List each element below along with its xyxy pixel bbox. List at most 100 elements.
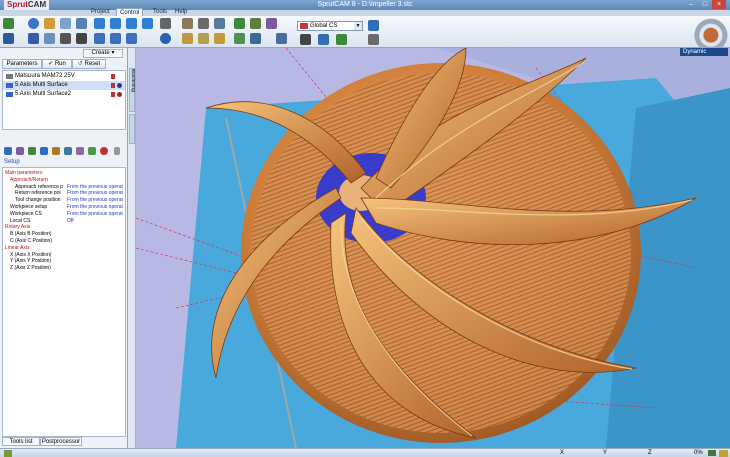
tree-item-operation[interactable]: 5 Axis Multi Surface — [3, 81, 125, 90]
parameter-key: B (Axis B Position) — [10, 231, 52, 238]
parameter-value[interactable]: From the previous operat — [67, 197, 125, 203]
parameter-row[interactable]: B (Axis B Position) — [3, 231, 125, 237]
create-button[interactable]: Create ▾ — [83, 49, 123, 58]
parameter-value[interactable]: From the previous operat — [67, 184, 125, 190]
pan-icon[interactable] — [28, 18, 39, 29]
tree-item-label: Matsuura MAM72 25V — [15, 73, 75, 79]
3d-viewport[interactable]: Dynamic — [136, 48, 730, 448]
tab-machining[interactable]: Machining — [129, 68, 135, 112]
strategy-icon[interactable] — [64, 147, 72, 155]
ucs-icon[interactable] — [318, 34, 329, 45]
measure-icon[interactable] — [276, 33, 287, 44]
parameter-value[interactable]: Off — [67, 218, 125, 224]
cs-value: Global CS — [310, 23, 338, 29]
parameter-value[interactable]: From the previous operat — [67, 190, 125, 196]
simulate-icon[interactable] — [88, 147, 96, 155]
machine-icon[interactable] — [160, 18, 171, 29]
chevron-down-icon[interactable]: ▼ — [354, 22, 362, 30]
layers-icon[interactable] — [214, 33, 225, 44]
lock-icon — [111, 83, 115, 88]
tree-item-operation[interactable]: 5 Axis Multi Surface2 — [3, 90, 125, 99]
parameter-key: Local CS — [10, 217, 31, 224]
parameter-row[interactable]: Local CS Off — [3, 218, 125, 224]
shading-icon[interactable] — [160, 33, 171, 44]
parameter-group[interactable]: Main parameters — [3, 170, 125, 176]
tab-postprocessor[interactable]: Postprocessor — [40, 437, 82, 446]
chevron-right-icon[interactable] — [114, 147, 120, 155]
open-project-icon[interactable] — [3, 18, 14, 29]
parameter-key: Workpiece setup — [10, 204, 48, 210]
parameter-key: Z (Axis Z Position) — [10, 265, 51, 272]
parameter-row[interactable]: Approach reference p From the previous op… — [3, 184, 125, 190]
select-window-icon[interactable] — [44, 33, 55, 44]
parameters-button[interactable]: Parameters — [2, 59, 42, 69]
gear-icon[interactable] — [28, 147, 36, 155]
stop-icon[interactable] — [100, 147, 108, 155]
link-icon[interactable] — [76, 147, 84, 155]
parameters-grid: Main parameters Approach/Return Approach r… — [2, 167, 126, 437]
print-icon[interactable] — [76, 33, 87, 44]
coordinate-system-select[interactable]: Global CS ▼ — [297, 21, 363, 31]
parameter-key: Workpiece CS — [10, 210, 42, 217]
run-button[interactable]: ✔ Run — [42, 59, 72, 69]
tree-item-machine[interactable]: Matsuura MAM72 25V — [3, 72, 125, 81]
parameter-row[interactable]: Z (Axis Z Position) — [3, 265, 125, 271]
view-front-icon[interactable] — [110, 18, 121, 29]
save-icon[interactable] — [3, 33, 14, 44]
wrench-icon[interactable] — [368, 34, 379, 45]
tab-control[interactable]: Control — [116, 8, 144, 16]
setup-tab[interactable]: Setup — [4, 159, 20, 165]
view-left-icon[interactable] — [126, 18, 137, 29]
filter-icon[interactable] — [182, 33, 193, 44]
machine-icon — [6, 74, 13, 79]
parameter-group[interactable]: Approach/Return — [3, 177, 125, 183]
funnel-icon[interactable] — [198, 33, 209, 44]
parameter-value[interactable]: From the previous operat — [67, 204, 125, 210]
view-iso-icon[interactable] — [142, 18, 153, 29]
parameter-value[interactable]: From the previous operat — [67, 211, 125, 217]
fixture-icon[interactable] — [198, 18, 209, 29]
parameter-row[interactable]: C (Axis C Position) — [3, 238, 125, 244]
view-back-icon[interactable] — [110, 33, 121, 44]
tab-simulation[interactable] — [129, 114, 135, 144]
parameter-group[interactable]: Rotary Axis — [3, 224, 125, 230]
settings-icon[interactable] — [368, 20, 379, 31]
tab-tools-list[interactable]: Tools list — [2, 437, 40, 446]
rotate-icon[interactable] — [44, 18, 55, 29]
parameter-row[interactable]: Workpiece setup From the previous operat — [3, 204, 125, 210]
chart-icon[interactable] — [16, 147, 24, 155]
parameter-row[interactable]: Tool change position From the previous op… — [3, 197, 125, 203]
reset-button[interactable]: ↺ Reset — [72, 59, 106, 69]
model-icon[interactable] — [234, 18, 245, 29]
view-bottom-icon[interactable] — [94, 33, 105, 44]
cs-create-icon[interactable] — [336, 34, 347, 45]
zoom-icon[interactable] — [60, 18, 71, 29]
parameter-key: X (Axis X Position) — [10, 251, 52, 258]
tab-project[interactable]: Project — [88, 8, 113, 16]
feed-icon[interactable] — [40, 147, 48, 155]
tab-tools[interactable]: Tools — [150, 8, 170, 16]
text-tool-icon[interactable] — [300, 34, 311, 45]
parameter-group[interactable]: Linear Axis — [3, 245, 125, 251]
model-icon[interactable] — [52, 147, 60, 155]
check-icon[interactable] — [234, 33, 245, 44]
camera-icon[interactable] — [60, 33, 71, 44]
parameter-row[interactable]: Return reference poi From the previous op… — [3, 190, 125, 196]
tool-icon[interactable] — [4, 147, 12, 155]
simulation-icon[interactable] — [266, 18, 277, 29]
parameter-row[interactable]: Y (Axis Y Position) — [3, 258, 125, 264]
tab-help[interactable]: Help — [172, 8, 190, 16]
select-icon[interactable] — [28, 33, 39, 44]
view-top-icon[interactable] — [94, 18, 105, 29]
view-right-icon[interactable] — [126, 33, 137, 44]
view-mode-badge[interactable]: Dynamic — [680, 48, 728, 56]
parameter-row[interactable]: X (Axis X Position) — [3, 252, 125, 258]
refresh-icon[interactable] — [719, 450, 728, 457]
grid-icon[interactable] — [250, 33, 261, 44]
reset-icon: ↺ — [77, 61, 83, 67]
workpiece-icon[interactable] — [182, 18, 193, 29]
toolpath-icon[interactable] — [250, 18, 261, 29]
zoom-window-icon[interactable] — [76, 18, 87, 29]
tool-icon[interactable] — [214, 18, 225, 29]
parameter-row[interactable]: Workpiece CS From the previous operat — [3, 211, 125, 217]
